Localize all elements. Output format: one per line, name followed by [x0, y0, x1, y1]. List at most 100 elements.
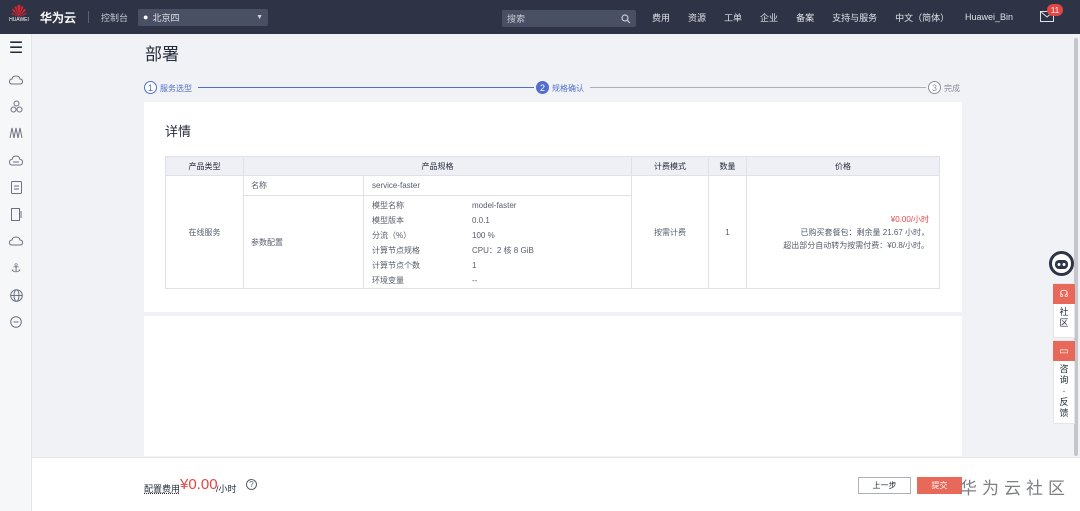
menu-enterprise[interactable]: 企业: [760, 11, 778, 24]
location-pin-icon: ●: [143, 12, 149, 22]
detail-title: 详情: [165, 124, 192, 139]
help-icon[interactable]: ?: [246, 479, 257, 490]
name-label: 名称: [244, 176, 364, 195]
column-header: 计费模式: [631, 156, 709, 176]
feedback-label: 咨询·反馈: [1059, 364, 1069, 418]
region-selector[interactable]: ● 北京四 ▼: [138, 8, 269, 26]
price-cell: ¥0.00/小时 已购买套餐包：剩余量 21.67 小时， 超出部分自动转为按需…: [746, 175, 940, 289]
param-value: 0.0.1: [472, 216, 490, 225]
search-placeholder: 搜索: [507, 14, 526, 24]
param-row: 模型版本 0.0.1: [372, 213, 534, 228]
search-icon[interactable]: [621, 13, 631, 24]
step-connector: [198, 87, 534, 88]
region-value: 北京四: [152, 12, 180, 23]
divider: [88, 11, 90, 23]
param-key: 计算节点规格: [372, 246, 420, 255]
product-type-cell: 在线服务: [165, 175, 244, 289]
step-progress: 1 服务选型 2 规格确认 3 完成: [144, 80, 962, 96]
menu-fees[interactable]: 费用: [652, 11, 670, 24]
page-title: 部署: [145, 45, 179, 64]
cloud-service-icon[interactable]: [8, 72, 24, 88]
menu-language[interactable]: 中文（简体）: [895, 11, 949, 24]
price-note: 超出部分自动转为按需付费：¥0.8/小时。: [783, 240, 929, 250]
chevron-down-icon: ▼: [256, 13, 264, 21]
huawei-logo[interactable]: HUAWEI: [6, 4, 32, 30]
headset-icon: ☊: [1053, 284, 1075, 304]
step-2-label: 规格确认: [552, 84, 584, 93]
detail-panel: 详情 产品类型 产品规格 计费模式 数量 价格 在线服务 名称 service-…: [144, 102, 962, 312]
product-spec-cell: 名称 service-faster 参数配置 模型名称 model-faster …: [243, 175, 632, 289]
anchor-icon[interactable]: ⚓: [8, 260, 24, 276]
brand-name[interactable]: 华为云: [40, 9, 76, 26]
fee-price: ¥0.00: [180, 476, 218, 493]
assistant-robot-icon[interactable]: [1049, 251, 1074, 276]
menu-filing[interactable]: 备案: [796, 11, 814, 24]
community-label: 社区: [1059, 307, 1069, 328]
top-navigation-bar: HUAWEI 华为云 控制台 ● 北京四 ▼ 搜索 费用 资源 工单 企业 备案…: [0, 0, 1080, 34]
step-1-circle: 1: [144, 81, 157, 94]
menu-tickets[interactable]: 工单: [724, 11, 742, 24]
param-row: 分流（%） 100 %: [372, 228, 534, 243]
monitor-icon[interactable]: [8, 314, 24, 330]
step-3-circle: 3: [928, 81, 941, 94]
menu-resources[interactable]: 资源: [688, 11, 706, 24]
column-header: 数量: [708, 156, 747, 176]
name-value: service-faster: [372, 181, 421, 190]
fee-unit: /小时: [216, 484, 237, 494]
param-value: CPU：2 核 8 GiB: [472, 246, 534, 255]
params-label: 参数配置: [244, 196, 364, 288]
param-value: --: [472, 276, 478, 285]
step-connector: [590, 87, 926, 88]
column-header: 产品规格: [243, 156, 632, 176]
column-header: 价格: [746, 156, 940, 176]
step-2-circle: 2: [536, 81, 549, 94]
price-value: ¥0.00/小时: [890, 214, 929, 224]
param-row: 环境变量 --: [372, 273, 534, 288]
detail-table: 产品类型 产品规格 计费模式 数量 价格 在线服务 名称 service-fas…: [165, 156, 940, 289]
network-icon[interactable]: [8, 125, 24, 141]
step-1-label: 服务选型: [160, 84, 192, 93]
param-row: 计算节点个数 1: [372, 258, 534, 273]
content-area: [144, 316, 962, 456]
community-widget[interactable]: ☊ 社区: [1053, 283, 1075, 338]
logo-text: HUAWEI: [9, 17, 29, 23]
param-row: 模型名称 model-faster: [372, 198, 534, 213]
step-3-label: 完成: [944, 84, 960, 93]
previous-step-button[interactable]: 上一步: [858, 477, 911, 494]
quantity-cell: 1: [708, 175, 747, 289]
param-key: 模型名称: [372, 201, 404, 210]
globe-icon[interactable]: [8, 287, 24, 303]
huawei-flower-icon: [11, 4, 27, 17]
storage-cloud-icon[interactable]: [8, 152, 24, 168]
param-key: 计算节点个数: [372, 261, 420, 270]
param-row: 计算节点规格 CPU：2 核 8 GiB: [372, 243, 534, 258]
price-note: 已购买套餐包：剩余量 21.67 小时，: [800, 227, 929, 237]
param-value: 1: [472, 261, 477, 270]
fee-label[interactable]: 配置费用: [144, 482, 180, 495]
database-icon[interactable]: [8, 179, 24, 195]
params-list: 模型名称 model-faster 模型版本 0.0.1 分流（%） 100 % 计算…: [364, 196, 534, 288]
search-input[interactable]: 搜索: [502, 10, 636, 27]
service-sidebar: ☰ ⚓: [0, 34, 32, 511]
param-key: 分流（%）: [372, 231, 412, 240]
menu-support[interactable]: 支持与服务: [832, 11, 877, 24]
param-value: 100 %: [472, 231, 495, 240]
top-menu: 费用 资源 工单 企业 备案 支持与服务 中文（简体）: [652, 0, 967, 34]
cluster-icon[interactable]: [8, 98, 24, 114]
message-count-badge: 11: [1047, 4, 1063, 16]
feedback-widget[interactable]: ▭ 咨询·反馈: [1053, 340, 1075, 424]
user-name[interactable]: Huawei_Bin: [965, 12, 1013, 22]
chat-icon: ▭: [1053, 341, 1075, 361]
bottom-action-bar: 配置费用 ¥0.00 /小时 ? 上一步 提交 华为云社区: [32, 457, 1080, 511]
submit-button[interactable]: 提交: [917, 477, 962, 494]
param-value: model-faster: [472, 201, 517, 210]
param-key: 模型版本: [372, 216, 404, 225]
table-row: 在线服务 名称 service-faster 参数配置 模型名称 model-fa…: [165, 175, 940, 289]
cloud-sync-icon[interactable]: [8, 233, 24, 249]
billing-mode-cell: 按需计费: [631, 175, 709, 289]
document-icon[interactable]: [8, 206, 24, 222]
column-header: 产品类型: [165, 156, 244, 176]
menu-hamburger-icon[interactable]: ☰: [8, 40, 24, 57]
watermark: 华为云社区: [960, 479, 1070, 498]
console-link[interactable]: 控制台: [101, 11, 128, 24]
